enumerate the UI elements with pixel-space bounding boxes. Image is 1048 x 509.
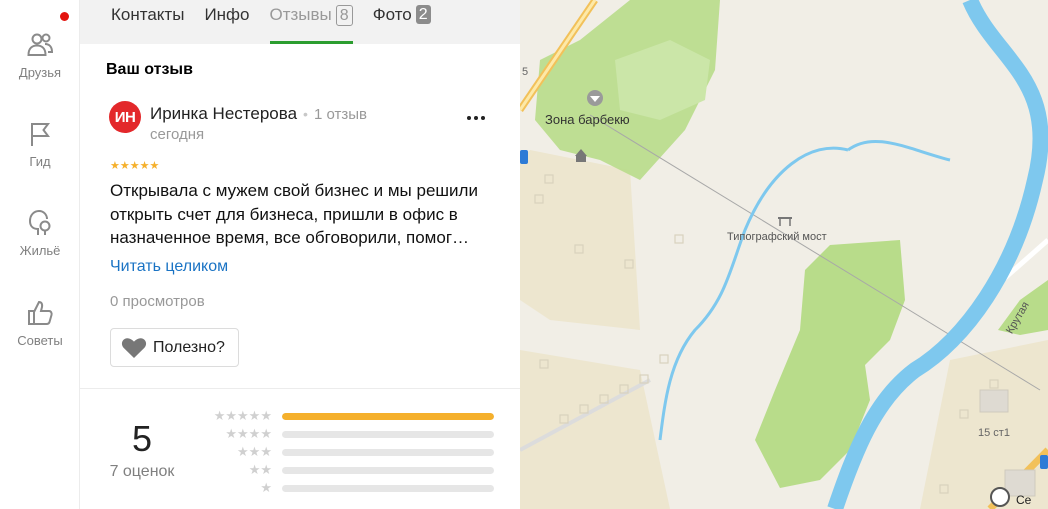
row-stars: ★★ [248, 462, 272, 477]
useful-label: Полезно? [153, 338, 225, 356]
tab-photos[interactable]: Фото 2 [373, 0, 431, 44]
flag-icon [31, 123, 50, 146]
distribution-fill [282, 413, 494, 420]
dot [467, 116, 471, 120]
tab-label: Инфо [204, 5, 250, 24]
reviews-count-badge: 8 [335, 5, 353, 26]
notification-dot [60, 12, 69, 21]
review-author-line: Иринка Нестерова • 1 отзыв [150, 104, 367, 124]
useful-button[interactable]: Полезно? [110, 328, 239, 367]
author-name[interactable]: Иринка Нестерова [150, 104, 297, 123]
tab-bar: Контакты Инфо Отзывы 8 Фото 2 [80, 0, 520, 44]
app-root: Друзья Гид Жильё Советы Контакты Инфо От… [0, 0, 1048, 509]
tab-contacts[interactable]: Контакты [111, 0, 184, 44]
distribution-row: ★★★★ [198, 426, 498, 441]
map-view[interactable]: Зона барбекю Типографский мост Крутая 15… [517, 0, 1048, 509]
rail-item-label: Гид [29, 154, 51, 169]
review-views: 0 просмотров [110, 293, 205, 310]
section-title: Ваш отзыв [106, 61, 193, 78]
distribution-bar [282, 467, 494, 474]
distribution-bar [282, 449, 494, 456]
row-stars: ★★★ [237, 444, 272, 459]
row-stars: ★ [260, 480, 272, 495]
more-options-button[interactable] [463, 108, 489, 128]
thumbs-up-icon [28, 300, 53, 325]
ratings-count: 7 оценок [109, 463, 175, 480]
review-text: Открывала с мужем свой бизнес и мы решил… [110, 181, 478, 247]
photos-count-badge: 2 [415, 5, 431, 24]
review-date: сегодня [150, 126, 205, 143]
average-score: 5 [131, 418, 153, 459]
avatar[interactable]: ИН [109, 101, 141, 133]
author-review-count: 1 отзыв [313, 106, 367, 123]
rail-item-tips[interactable]: Советы [0, 298, 80, 348]
distribution-row: ★★ [198, 462, 498, 477]
map-label-bridge[interactable]: Типографский мост [727, 231, 827, 243]
map-label-partial-number: 5 [522, 66, 529, 78]
tab-label: Контакты [111, 5, 185, 24]
map-label-partial-street: Се [1016, 493, 1032, 507]
distribution-bar [282, 431, 494, 438]
tab-label: Фото [372, 5, 412, 24]
distribution-row: ★★★★★ [198, 408, 498, 423]
review-rating-stars: ★★★★★ [110, 160, 160, 172]
distribution-bar [282, 413, 494, 420]
distribution-row: ★ [198, 480, 498, 495]
dot [481, 116, 485, 120]
row-stars: ★★★★ [225, 426, 272, 441]
map-label-bbq[interactable]: Зона барбекю [545, 112, 630, 127]
tab-label: Отзывы [269, 5, 332, 24]
friends-icon [27, 33, 54, 56]
tab-info[interactable]: Инфо [204, 0, 249, 44]
map-canvas[interactable] [517, 0, 1048, 509]
read-more-link[interactable]: Читать целиком [110, 258, 228, 276]
left-rail: Друзья Гид Жильё Советы [0, 0, 80, 509]
distribution-row: ★★★ [198, 444, 498, 459]
divider [80, 388, 520, 389]
tab-reviews[interactable]: Отзывы 8 [269, 0, 353, 44]
housing-icon [28, 209, 51, 235]
rail-item-label: Советы [17, 333, 63, 348]
separator-dot: • [303, 106, 308, 122]
rail-item-label: Друзья [18, 65, 62, 80]
place-panel: Контакты Инфо Отзывы 8 Фото 2 Ваш отзыв … [80, 0, 520, 509]
rail-item-label: Жильё [19, 243, 61, 258]
rail-item-housing[interactable]: Жильё [0, 208, 80, 258]
row-stars: ★★★★★ [213, 408, 272, 423]
distribution-bar [282, 485, 494, 492]
rail-item-guide[interactable]: Гид [0, 119, 80, 169]
rail-item-friends[interactable]: Друзья [0, 30, 80, 80]
heart-icon [121, 337, 147, 358]
dot [474, 116, 478, 120]
map-label-house: 15 ст1 [978, 427, 1010, 439]
